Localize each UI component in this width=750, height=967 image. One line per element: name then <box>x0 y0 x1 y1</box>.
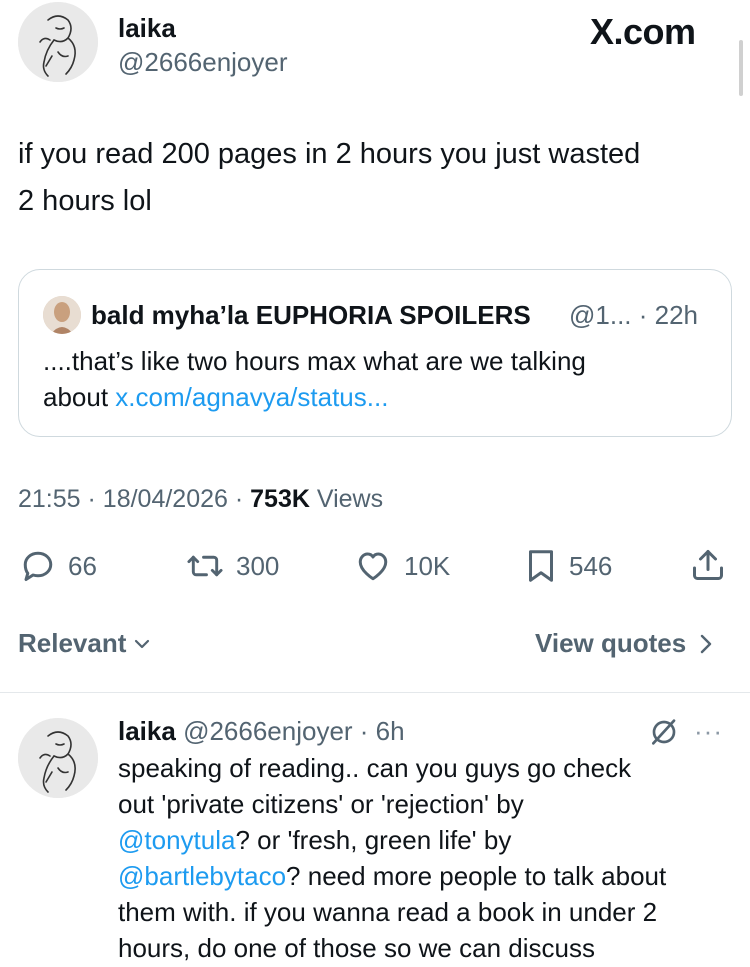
quoted-text-line-1: ....that’s like two hours max what are w… <box>43 346 586 376</box>
x-com-logo: X.com <box>590 11 696 52</box>
meta-separator: · <box>87 485 96 513</box>
repost-count: 300 <box>236 550 280 581</box>
reply-text-line-1: speaking of reading.. can you guys go ch… <box>118 753 632 783</box>
sort-relevant-dropdown[interactable]: Relevant <box>18 628 152 659</box>
chevron-right-icon <box>701 634 712 653</box>
tweet-text-line-2: 2 hours lol <box>18 185 152 217</box>
reply-button[interactable]: 66 <box>20 548 97 584</box>
reply-text-line-2: out 'private citizens' or 'rejection' by <box>118 789 524 819</box>
share-upload-icon <box>693 550 723 580</box>
quoted-tweet-card[interactable]: bald myha’la EUPHORIA SPOILERS @1... · 2… <box>18 269 732 437</box>
author-name[interactable]: laika <box>118 13 176 43</box>
grok-button[interactable] <box>648 716 680 753</box>
author-handle[interactable]: @2666enjoyer <box>118 47 288 77</box>
share-button[interactable] <box>690 547 726 583</box>
grok-slash-circle-icon <box>652 719 676 745</box>
divider <box>0 692 750 693</box>
quoted-avatar-photo <box>43 296 81 334</box>
quoted-author-name[interactable]: bald myha’la EUPHORIA SPOILERS <box>91 300 531 330</box>
quoted-text-prefix: about <box>43 382 116 412</box>
mention-link[interactable]: @tonytula <box>118 825 235 855</box>
view-quotes-label: View quotes <box>535 628 687 658</box>
views-label: Views <box>316 485 384 513</box>
quoted-handle-time[interactable]: @1... · 22h <box>569 300 698 330</box>
tweet-time[interactable]: 21:55 <box>18 485 81 513</box>
avatar-sketch-image <box>18 718 98 798</box>
reply-author-name[interactable]: laika <box>118 716 176 746</box>
avatar-sketch-image <box>18 2 98 82</box>
quoted-author-avatar[interactable] <box>43 296 81 334</box>
repost-arrows-icon <box>187 555 223 577</box>
reply-text-fragment: ? need more people to talk about <box>286 861 667 891</box>
author-avatar[interactable] <box>18 2 98 82</box>
more-options-button[interactable]: ··· <box>694 716 723 746</box>
bookmark-count: 546 <box>569 550 613 581</box>
like-count: 10K <box>404 550 451 581</box>
reply-text-line-4: @bartlebytaco? need more people to talk … <box>118 858 666 894</box>
reply-author-avatar[interactable] <box>18 718 98 798</box>
reply-header: laika @2666enjoyer · 6h <box>118 716 405 746</box>
views-count: 753K <box>250 485 310 513</box>
chevron-down-icon <box>135 639 150 648</box>
quoted-text-line-2: about x.com/agnavya/status... <box>43 379 388 416</box>
like-button[interactable]: 10K <box>354 548 450 584</box>
reply-text-fragment: ? or 'fresh, green life' by <box>235 825 512 855</box>
heart-icon <box>358 552 388 581</box>
view-quotes-link[interactable]: View quotes <box>535 628 714 659</box>
reply-text-line-3: @tonytula? or 'fresh, green life' by <box>118 822 511 858</box>
speech-bubble-icon <box>23 551 53 581</box>
reply-count: 66 <box>68 550 97 581</box>
bookmark-icon <box>529 550 553 582</box>
tweet-text-line-1: if you read 200 pages in 2 hours you jus… <box>18 138 641 170</box>
relevant-label: Relevant <box>18 628 127 658</box>
bookmark-button[interactable]: 546 <box>525 548 612 584</box>
tweet-metadata: 21:55 · 18/04/2026 · 753K Views <box>18 484 383 514</box>
reply-text-line-6: hours, do one of those so we can discuss <box>118 933 595 963</box>
reply-handle-time[interactable]: @2666enjoyer · 6h <box>183 716 405 746</box>
quoted-status-link[interactable]: x.com/agnavya/status... <box>115 382 388 412</box>
reply-text-line-5: them with. if you wanna read a book in u… <box>118 897 658 927</box>
tweet-date[interactable]: 18/04/2026 <box>103 485 228 513</box>
repost-button[interactable]: 300 <box>186 548 279 584</box>
scrollbar[interactable] <box>739 40 743 96</box>
mention-link[interactable]: @bartlebytaco <box>118 861 286 891</box>
meta-separator: · <box>234 485 244 513</box>
